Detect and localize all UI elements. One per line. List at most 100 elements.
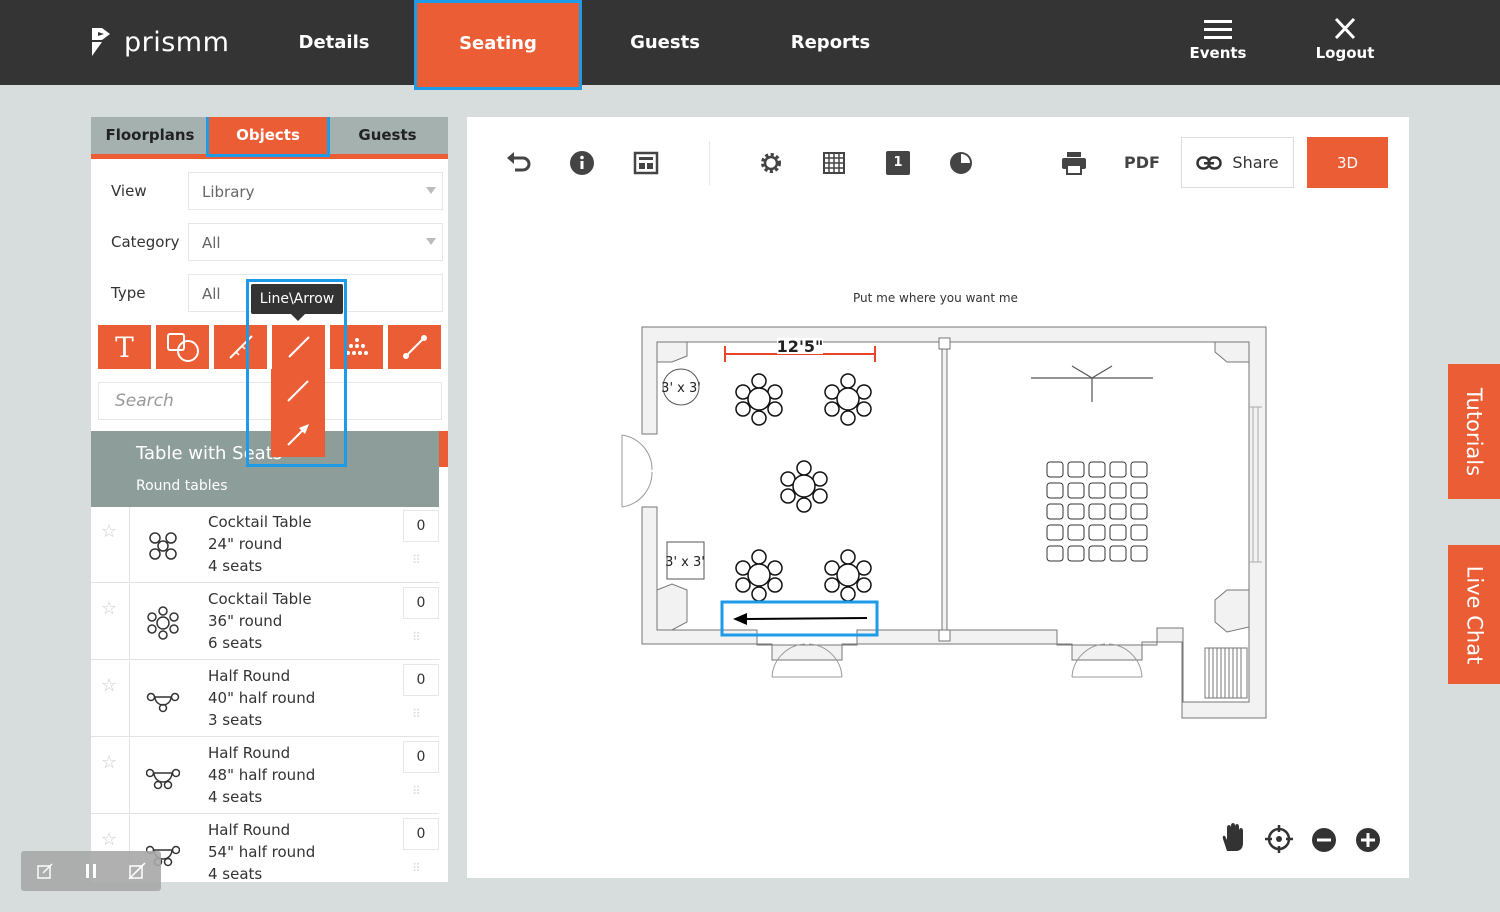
logout-button[interactable]: Logout	[1300, 18, 1390, 62]
top-nav-bar: prismm Details Seating Guests Reports Ev…	[0, 0, 1500, 90]
link-icon	[1196, 155, 1223, 170]
floorplan-canvas[interactable]: 1 PDF Share 3D Put me where you want me	[467, 117, 1409, 878]
item-count[interactable]: 0	[403, 741, 439, 773]
events-button[interactable]: Events	[1173, 18, 1263, 62]
nav-reports[interactable]: Reports	[762, 0, 899, 85]
item-details: Half Round 40" half round 3 seats	[208, 665, 315, 731]
item-name: Half Round	[208, 667, 291, 685]
info-button[interactable]	[564, 147, 600, 179]
list-item[interactable]: ☆ Half Round 48" half round 4 seats 0 ⠿	[91, 738, 439, 814]
3d-view-button[interactable]: 3D	[1307, 137, 1388, 188]
item-count[interactable]: 0	[403, 510, 439, 542]
star-icon[interactable]: ☆	[101, 521, 117, 542]
table-label-square: 3' x 3'	[665, 555, 705, 570]
list-item[interactable]: ☆ Cocktail Table 36" round 6 seats 0 ⠿	[91, 584, 439, 660]
tutorials-tab[interactable]: Tutorials	[1448, 364, 1500, 499]
canvas-view-controls	[1219, 823, 1381, 857]
item-size: 36" round	[208, 612, 283, 630]
round-table-3	[780, 460, 828, 513]
close-icon	[1334, 18, 1356, 40]
shape-tool-button[interactable]	[156, 325, 209, 369]
print-button[interactable]	[1056, 147, 1092, 179]
events-label: Events	[1189, 44, 1247, 62]
live-chat-label: Live Chat	[1462, 565, 1487, 664]
floorplan-drawing[interactable]: 12'5" 3' x 3' 3' x 3'	[617, 322, 1277, 732]
cocktail-table-6-icon	[147, 606, 179, 640]
undo-button[interactable]	[500, 147, 536, 179]
drag-handle-icon[interactable]: ⠿	[412, 784, 422, 798]
share-button[interactable]: Share	[1181, 137, 1294, 188]
panel-tabs: Floorplans Objects Guests	[91, 117, 448, 159]
star-icon[interactable]: ☆	[101, 675, 117, 696]
library-accent	[439, 431, 448, 467]
pan-hand-icon[interactable]	[1219, 823, 1247, 853]
item-details: Half Round 48" half round 4 seats	[208, 742, 315, 808]
edit-icon[interactable]	[36, 862, 54, 880]
text-tool-button[interactable]: T	[98, 325, 151, 369]
zoom-out-icon[interactable]	[1311, 827, 1337, 853]
star-icon[interactable]: ☆	[101, 598, 117, 619]
drag-handle-icon[interactable]: ⠿	[412, 630, 422, 644]
pause-icon[interactable]	[84, 863, 98, 879]
recorder-widget	[21, 851, 161, 891]
brand-name: prismm	[124, 26, 230, 58]
list-item[interactable]: ☆ Cocktail Table 24" round 4 seats 0 ⠿	[91, 507, 439, 583]
live-chat-tab[interactable]: Live Chat	[1448, 545, 1500, 684]
layout-button[interactable]	[628, 147, 664, 179]
pie-chart-button[interactable]	[943, 147, 979, 179]
category-select[interactable]: All	[188, 223, 443, 261]
share-label: Share	[1232, 153, 1279, 172]
nav-seating[interactable]: Seating	[414, 0, 582, 90]
brand-logo[interactable]: prismm	[90, 26, 229, 58]
tab-floorplans[interactable]: Floorplans	[91, 117, 209, 154]
half-round-3-icon	[146, 692, 180, 713]
item-seats: 4 seats	[208, 557, 263, 575]
crosshair-icon[interactable]	[1265, 825, 1293, 853]
tab-objects[interactable]: Objects	[206, 117, 330, 157]
drag-handle-icon[interactable]: ⠿	[412, 553, 422, 567]
cocktail-table-4-icon	[149, 532, 177, 560]
drag-handle-icon[interactable]: ⠿	[412, 707, 422, 721]
hamburger-menu-icon	[1204, 20, 1232, 39]
round-table-5	[824, 549, 872, 602]
item-size: 40" half round	[208, 689, 316, 707]
nav-guests[interactable]: Guests	[598, 0, 732, 85]
grid-button[interactable]	[816, 147, 852, 179]
nav-details[interactable]: Details	[268, 0, 400, 85]
drag-handle-icon[interactable]: ⠿	[412, 861, 422, 875]
list-item[interactable]: ☆ Half Round 40" half round 3 seats 0 ⠿	[91, 661, 439, 737]
star-icon[interactable]: ☆	[101, 752, 117, 773]
item-details: Half Round 54" half round 4 seats	[208, 819, 315, 882]
pdf-button[interactable]: PDF	[1124, 153, 1160, 172]
line-arrow-highlight	[246, 279, 347, 467]
pie-chart-icon	[950, 152, 972, 174]
dimension-label: 12'5"	[777, 337, 824, 356]
item-count[interactable]: 0	[403, 818, 439, 850]
item-name: Cocktail Table	[208, 590, 312, 608]
tutorials-label: Tutorials	[1462, 387, 1486, 476]
round-table-1	[735, 373, 783, 426]
wall-tool-button[interactable]	[388, 325, 441, 369]
view-row: View Library	[91, 172, 448, 212]
chevron-down-icon	[426, 238, 436, 245]
star-icon[interactable]: ☆	[101, 829, 117, 850]
item-count[interactable]: 0	[403, 587, 439, 619]
item-seats: 3 seats	[208, 711, 263, 729]
type-value: All	[202, 285, 221, 303]
info-icon	[570, 151, 594, 175]
item-count[interactable]: 0	[403, 664, 439, 696]
tab-guests[interactable]: Guests	[327, 117, 448, 154]
settings-button[interactable]	[753, 147, 789, 179]
zoom-in-icon[interactable]	[1355, 827, 1381, 853]
item-size: 24" round	[208, 535, 283, 553]
table-label-round: 3' x 3'	[661, 381, 701, 396]
prismm-logo-icon	[92, 28, 110, 56]
category-value: All	[202, 234, 221, 252]
item-seats: 4 seats	[208, 788, 263, 806]
grid-icon	[823, 152, 845, 174]
page-number-button[interactable]: 1	[880, 147, 916, 179]
edit-off-icon[interactable]	[128, 862, 146, 880]
item-details: Cocktail Table 24" round 4 seats	[208, 511, 312, 577]
view-select[interactable]: Library	[188, 172, 443, 210]
item-name: Half Round	[208, 821, 291, 839]
